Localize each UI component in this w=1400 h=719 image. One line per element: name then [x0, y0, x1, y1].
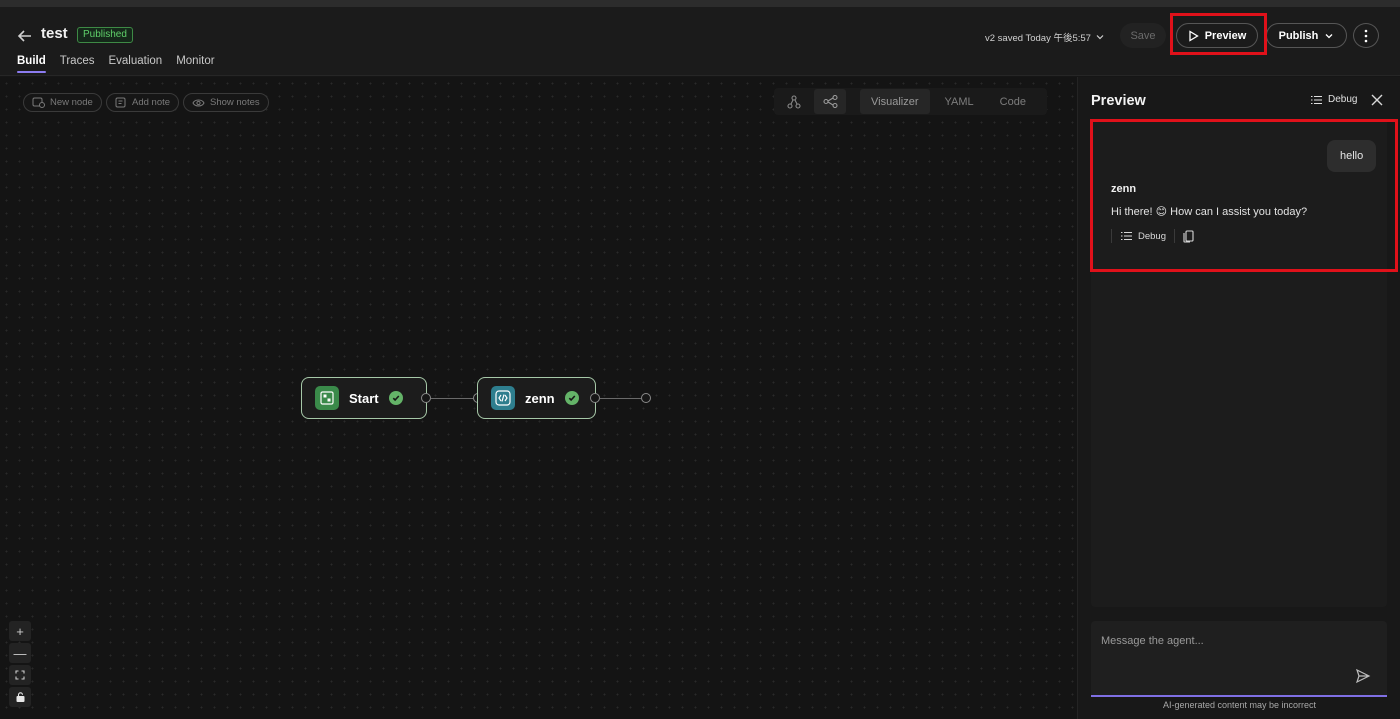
- new-node-label: New node: [50, 97, 93, 108]
- add-note-button[interactable]: Add note: [106, 93, 180, 112]
- view-visualizer[interactable]: Visualizer: [860, 89, 930, 114]
- zoom-out-button[interactable]: —: [9, 643, 31, 663]
- workflow-canvas[interactable]: New node Add note Show notes Visualizer …: [0, 77, 1077, 719]
- start-output-port[interactable]: [421, 393, 431, 403]
- node-start[interactable]: Start: [301, 377, 427, 419]
- note-icon: [115, 97, 126, 107]
- publish-button-label: Publish: [1278, 29, 1319, 42]
- fullscreen-icon: [15, 670, 25, 680]
- save-button-label: Save: [1130, 29, 1156, 42]
- window-top-strip: [0, 0, 1400, 7]
- nav-tabs: Build Traces Evaluation Monitor: [17, 55, 215, 73]
- copy-icon[interactable]: [1183, 229, 1194, 243]
- page-title: test: [41, 25, 68, 42]
- layout-graph-button[interactable]: [814, 89, 846, 114]
- message-debug-label: Debug: [1138, 230, 1166, 242]
- add-note-label: Add note: [132, 97, 171, 108]
- preview-title: Preview: [1091, 93, 1146, 109]
- close-icon[interactable]: [1370, 93, 1384, 107]
- lock-icon: [16, 692, 24, 702]
- agent-message: Hi there! 😊 How can I assist you today?: [1111, 206, 1308, 218]
- show-notes-label: Show notes: [210, 97, 260, 108]
- message-input[interactable]: [1101, 631, 1341, 651]
- tab-monitor[interactable]: Monitor: [176, 55, 214, 73]
- user-message: hello: [1327, 140, 1377, 172]
- zoom-in-button[interactable]: +: [9, 621, 31, 641]
- node-start-label: Start: [349, 390, 379, 406]
- agent-name: zenn: [1111, 183, 1137, 195]
- preview-panel: Preview Debug hello zenn Hi there! 😊 How…: [1077, 77, 1400, 719]
- divider: [1111, 229, 1112, 243]
- node-zenn[interactable]: zenn: [477, 377, 596, 419]
- save-button[interactable]: Save: [1120, 23, 1166, 48]
- check-icon: [564, 391, 579, 405]
- send-icon[interactable]: [1355, 668, 1371, 684]
- edge-start-zenn: [431, 398, 473, 399]
- view-mode-bar: Visualizer YAML Code: [774, 88, 1047, 115]
- start-icon: [315, 386, 339, 410]
- chevron-down-icon: [1096, 35, 1104, 40]
- lock-button[interactable]: [9, 687, 31, 707]
- app-header: test Published Build Traces Evaluation M…: [0, 7, 1400, 76]
- chat-history: hello zenn Hi there! 😊 How can I assist …: [1091, 119, 1387, 607]
- view-code[interactable]: Code: [989, 89, 1037, 114]
- version-saved-dropdown[interactable]: v2 saved Today 午後5:57: [985, 30, 1105, 44]
- message-actions: Debug: [1111, 229, 1194, 243]
- tab-build[interactable]: Build: [17, 55, 46, 73]
- status-badge: Published: [77, 27, 133, 43]
- graph-layout-icon: [822, 95, 838, 108]
- message-debug-button[interactable]: Debug: [1120, 231, 1166, 242]
- end-port[interactable]: [641, 393, 651, 403]
- more-options-button[interactable]: [1353, 23, 1379, 48]
- preview-button-label: Preview: [1204, 29, 1247, 42]
- vertical-dots-icon: [1364, 29, 1368, 42]
- show-notes-button[interactable]: Show notes: [183, 93, 269, 112]
- chevron-down-icon: [1325, 33, 1333, 38]
- back-arrow-icon[interactable]: [16, 27, 34, 45]
- divider: [1174, 229, 1175, 243]
- new-node-button[interactable]: New node: [23, 93, 102, 112]
- saved-status-text: v2 saved Today 午後5:57: [985, 33, 1091, 44]
- ai-disclaimer: AI-generated content may be incorrect: [1162, 700, 1317, 710]
- edge-zenn-end: [600, 398, 641, 399]
- debug-label: Debug: [1328, 94, 1358, 105]
- message-composer: [1091, 621, 1387, 697]
- zenn-output-port[interactable]: [590, 393, 600, 403]
- preview-button[interactable]: Preview: [1176, 23, 1258, 48]
- tab-traces[interactable]: Traces: [60, 55, 95, 73]
- new-node-icon: [32, 97, 45, 108]
- check-icon: [388, 391, 403, 405]
- fit-view-button[interactable]: [9, 665, 31, 685]
- code-icon: [491, 386, 515, 410]
- tree-layout-icon: [787, 94, 801, 109]
- layout-tree-button[interactable]: [778, 89, 810, 114]
- node-zenn-label: zenn: [525, 390, 555, 406]
- publish-button[interactable]: Publish: [1266, 23, 1347, 48]
- list-icon: [1121, 231, 1132, 241]
- tab-evaluation[interactable]: Evaluation: [108, 55, 162, 73]
- play-icon: [1189, 29, 1199, 42]
- debug-button[interactable]: Debug: [1310, 94, 1357, 105]
- eye-icon: [192, 99, 205, 106]
- view-yaml[interactable]: YAML: [934, 89, 985, 114]
- list-icon: [1311, 95, 1322, 104]
